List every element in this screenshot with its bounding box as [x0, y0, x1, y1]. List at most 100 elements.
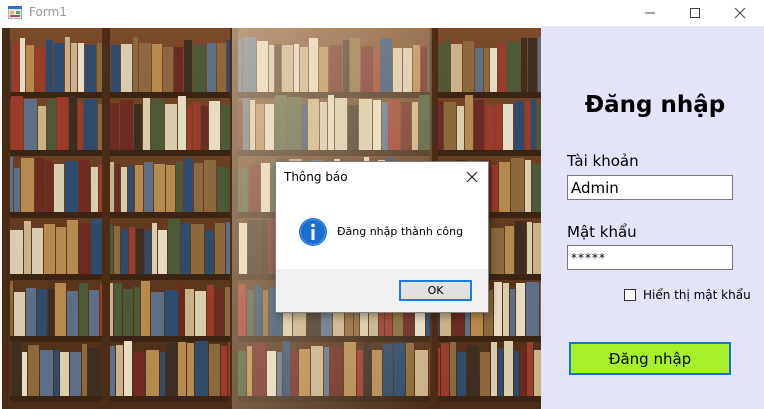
- book-spine: [21, 158, 34, 212]
- book-spine: [450, 342, 456, 396]
- book-spine: [184, 158, 193, 212]
- book-spine: [533, 223, 541, 274]
- book-spine: [121, 167, 127, 212]
- book-spine: [528, 38, 537, 92]
- app-icon: [8, 6, 22, 19]
- book-spine: [151, 292, 164, 336]
- book-spine: [184, 40, 192, 92]
- book-spine: [514, 101, 524, 150]
- book-spine: [91, 167, 98, 212]
- book-spine: [185, 289, 194, 336]
- book-spine: [47, 99, 56, 150]
- book-spine: [26, 288, 36, 336]
- book-spine: [193, 102, 200, 150]
- login-button[interactable]: Đăng nhập: [569, 342, 731, 375]
- book-spine: [174, 47, 183, 92]
- book-spine: [78, 102, 83, 150]
- book-spine: [165, 290, 178, 336]
- book-spine: [527, 342, 533, 396]
- book-spine: [116, 345, 123, 396]
- book-spine: [505, 226, 514, 274]
- book-spine: [516, 283, 525, 336]
- book-spine: [32, 228, 43, 274]
- book-spine: [26, 45, 34, 92]
- book-spine: [24, 99, 37, 150]
- book-spine: [181, 223, 190, 274]
- book-spine: [515, 221, 526, 274]
- message-box-close-button[interactable]: [463, 168, 481, 186]
- shelf-post: [102, 28, 110, 409]
- book-spine: [209, 344, 220, 396]
- book-spine: [115, 164, 120, 212]
- book-spine: [65, 161, 78, 212]
- book-spine: [191, 224, 204, 274]
- book-spine: [207, 43, 216, 92]
- book-spine: [22, 352, 27, 396]
- book-spine: [78, 43, 84, 92]
- book-spine: [111, 45, 120, 92]
- book-spine: [494, 282, 502, 336]
- book-spine: [134, 287, 140, 336]
- ok-button[interactable]: OK: [399, 280, 472, 301]
- book-spine: [154, 164, 165, 212]
- book-spine: [144, 162, 153, 212]
- window-title-bar: Form1: [0, 0, 764, 26]
- book-spine: [217, 167, 228, 212]
- message-box-title: Thông báo: [284, 170, 348, 184]
- book-spine: [46, 40, 53, 92]
- book-spine: [178, 96, 186, 150]
- book-spine: [498, 44, 506, 92]
- book-spine: [465, 95, 473, 150]
- book-spine: [491, 228, 504, 274]
- book-spine: [40, 350, 53, 396]
- book-spine: [20, 38, 25, 92]
- book-spine: [490, 48, 497, 92]
- book-spine: [114, 226, 120, 274]
- book-spine: [194, 163, 203, 212]
- book-spine: [463, 41, 474, 92]
- book-spine: [129, 227, 135, 274]
- book-spine: [166, 165, 175, 212]
- show-password-checkbox[interactable]: [624, 289, 636, 301]
- book-spine: [135, 165, 143, 212]
- book-spine: [209, 101, 220, 150]
- book-spine: [145, 230, 151, 274]
- book-spine: [35, 48, 45, 92]
- book-spine: [60, 352, 69, 396]
- book-spine: [12, 341, 21, 396]
- book-spine: [510, 289, 515, 336]
- book-spine: [207, 285, 214, 336]
- username-input[interactable]: [567, 175, 733, 200]
- book-spine: [527, 222, 532, 274]
- book-spine: [160, 352, 165, 396]
- book-spine: [133, 37, 138, 92]
- book-spine: [89, 290, 99, 336]
- book-spine: [187, 105, 192, 150]
- book-spine: [143, 98, 150, 150]
- book-spine: [133, 352, 145, 396]
- maximize-button[interactable]: [673, 0, 717, 26]
- book-spine: [44, 224, 55, 274]
- close-button[interactable]: [718, 0, 762, 26]
- book-spine: [451, 44, 462, 92]
- book-spine: [205, 230, 214, 274]
- book-spine: [495, 104, 502, 150]
- book-spine: [511, 158, 524, 212]
- book-spine: [48, 289, 54, 336]
- book-spine: [10, 230, 23, 274]
- book-spine: [67, 220, 78, 274]
- book-spine: [11, 96, 23, 150]
- book-spine: [474, 100, 484, 150]
- book-spine: [28, 345, 39, 396]
- password-input[interactable]: [567, 245, 733, 270]
- show-password-option[interactable]: Hiển thị mật khẩu: [624, 288, 751, 302]
- book-spine: [82, 344, 87, 396]
- minimize-button[interactable]: [628, 0, 672, 26]
- book-spine: [457, 352, 466, 396]
- password-label: Mật khẩu: [567, 223, 637, 241]
- book-spine: [165, 104, 177, 150]
- book-spine: [123, 289, 133, 336]
- book-spine: [110, 103, 119, 150]
- book-spine: [195, 291, 206, 336]
- book-spine: [166, 343, 177, 396]
